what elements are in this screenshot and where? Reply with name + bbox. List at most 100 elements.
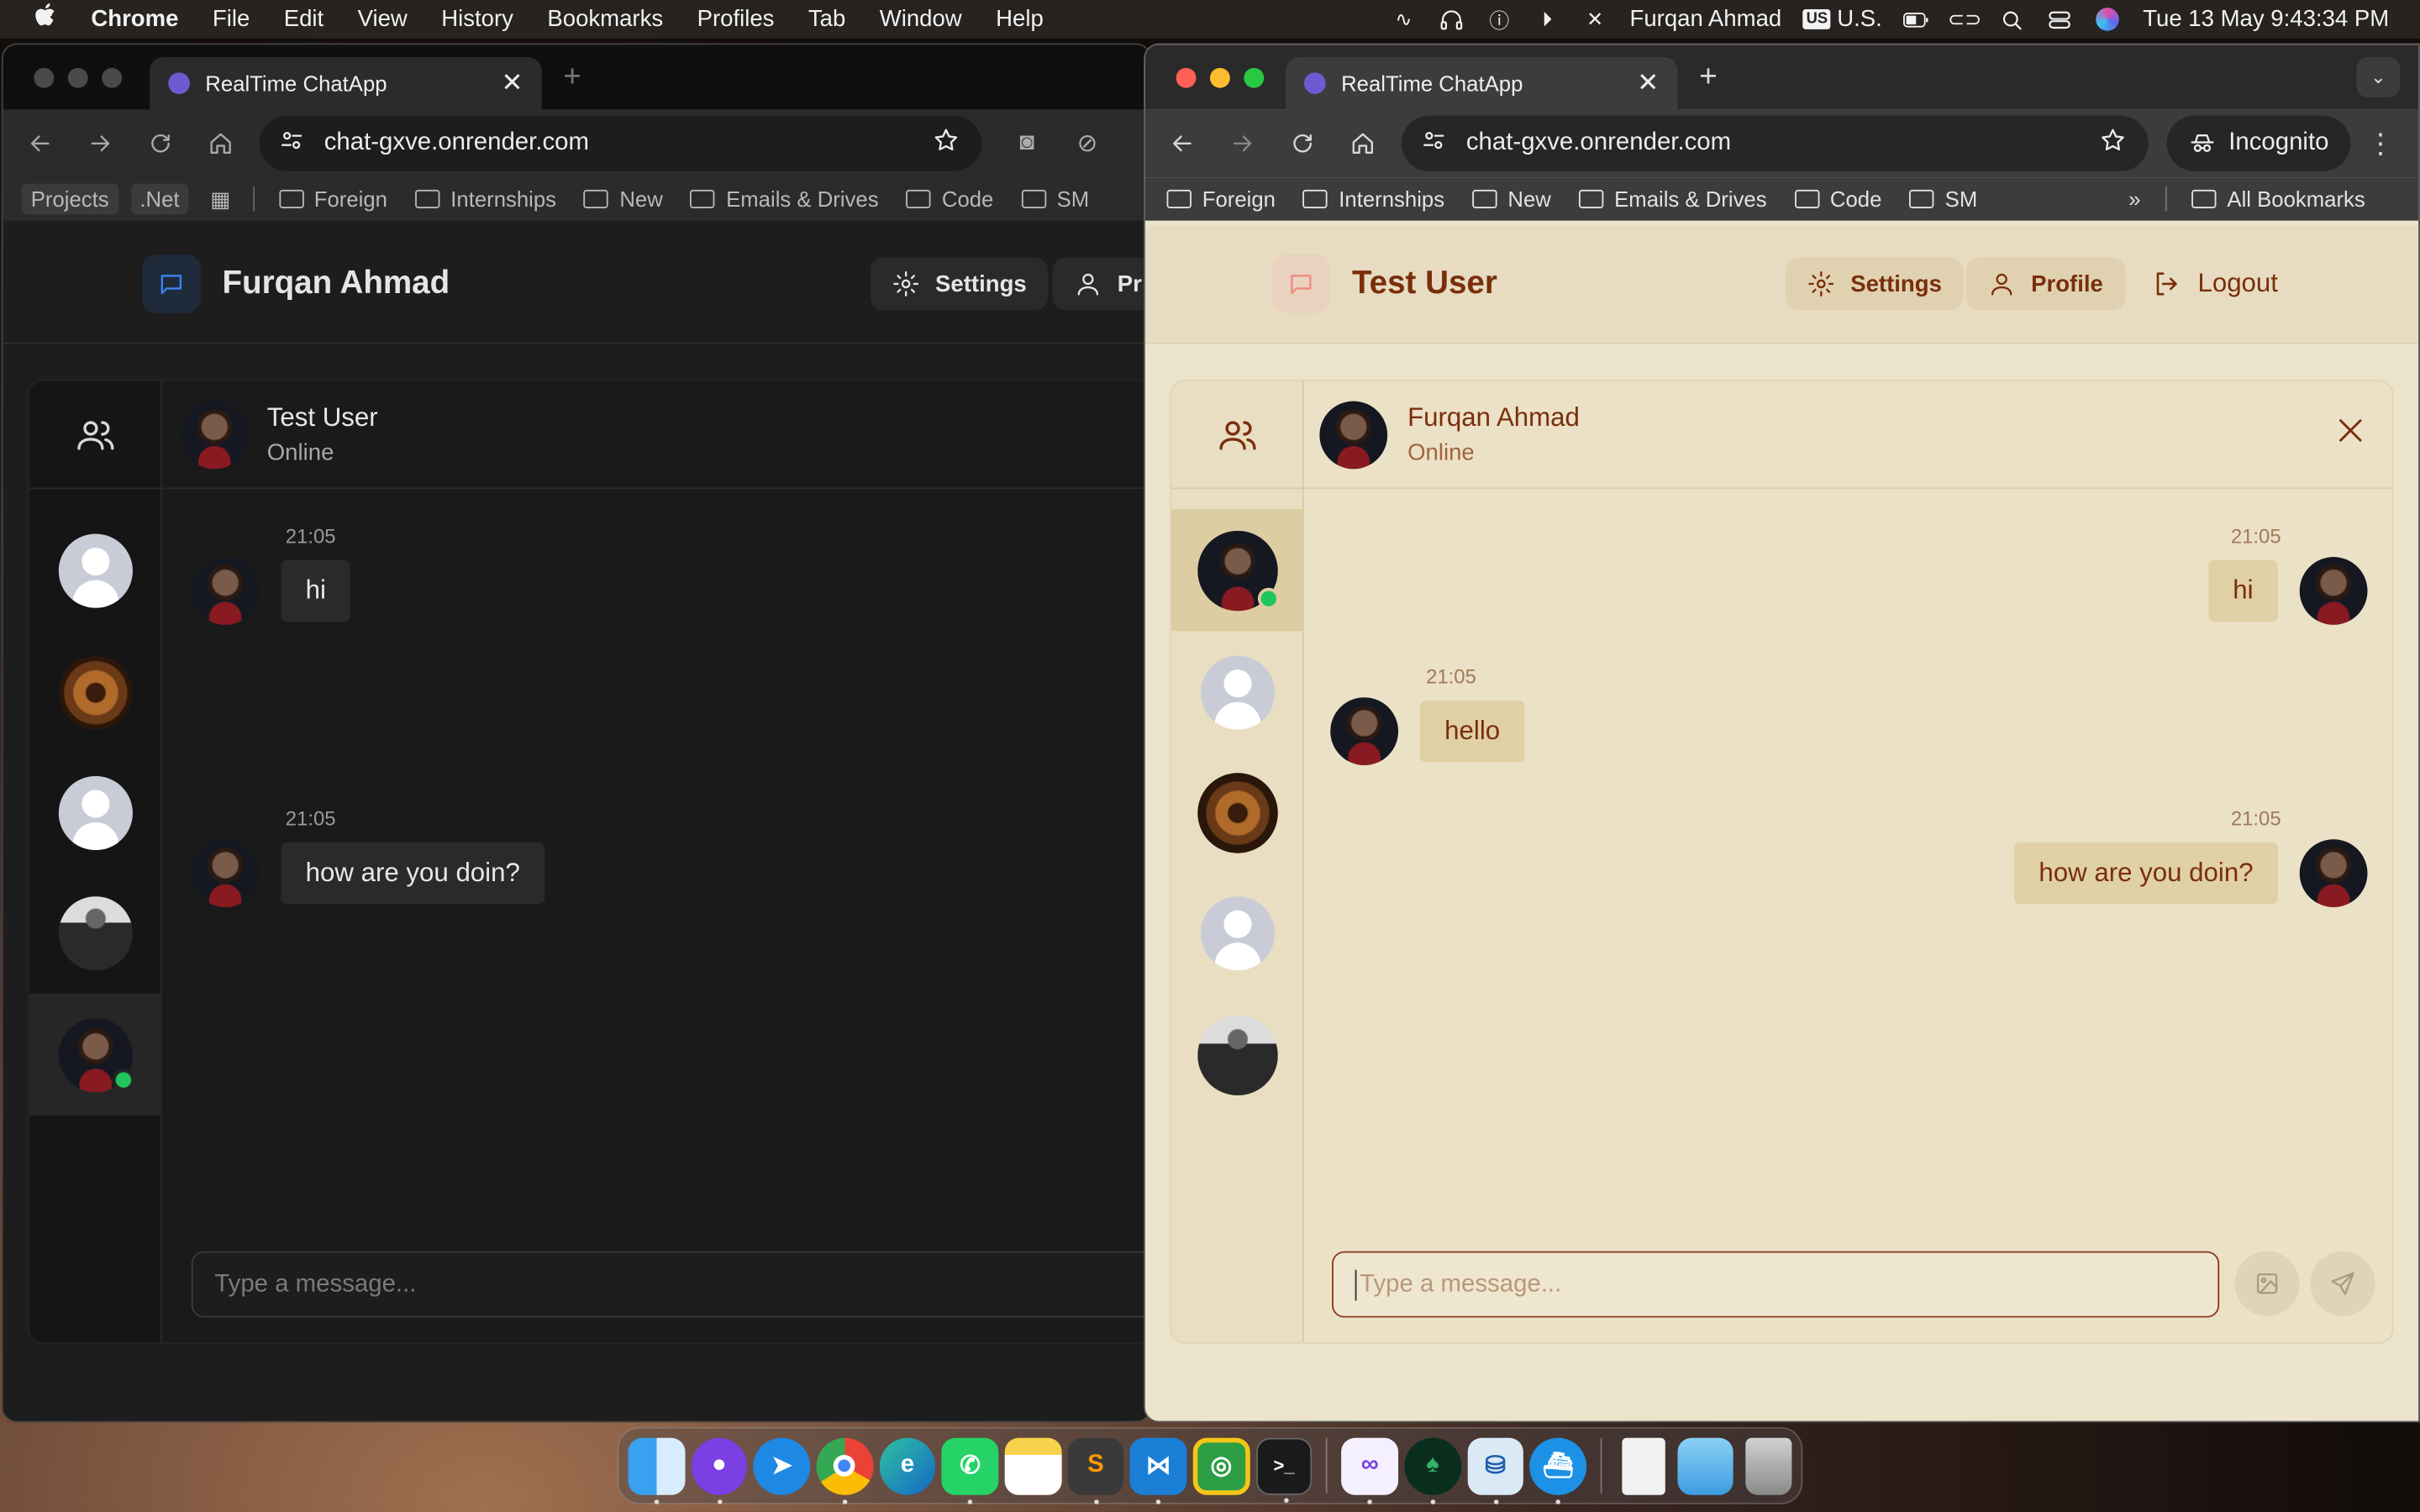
app-logo[interactable] — [141, 255, 201, 313]
dock-mongodb-icon[interactable]: ♠ — [1404, 1436, 1461, 1504]
address-bar[interactable]: chat-gxve.onrender.com — [259, 115, 982, 171]
dock-classroom-icon[interactable]: ◎ — [1192, 1436, 1250, 1494]
bookmark-star-icon[interactable] — [2099, 126, 2127, 161]
bookmark-projects[interactable]: Projects — [21, 183, 118, 215]
bookmark-folder-sm[interactable]: SM — [1909, 186, 1977, 212]
bookmark-folder-internships[interactable]: Internships — [415, 186, 556, 212]
all-bookmarks[interactable]: All Bookmarks — [2191, 186, 2365, 212]
bookmarks-overflow-icon[interactable]: » — [2128, 186, 2140, 211]
reload-icon[interactable] — [129, 129, 190, 157]
dock-notes-icon[interactable] — [1004, 1436, 1061, 1494]
bookmark-folder-emails[interactable]: Emails & Drives — [1578, 186, 1767, 212]
dock-vscode-icon[interactable]: ⋈ — [1129, 1436, 1187, 1504]
logout-button[interactable]: Logout — [2130, 258, 2300, 310]
close-window-button[interactable] — [1176, 66, 1197, 87]
message-input[interactable]: Type a message... — [1332, 1251, 2220, 1318]
site-info-icon[interactable] — [1420, 126, 1448, 161]
contact-item[interactable] — [1171, 631, 1304, 753]
info-icon[interactable]: ⓘ — [1486, 8, 1512, 33]
tab-search-chevron-icon[interactable]: ⌄ — [2356, 56, 2401, 97]
menu-profiles[interactable]: Profiles — [680, 6, 791, 32]
contact-item[interactable] — [29, 872, 162, 994]
settings-button[interactable]: Settings — [1786, 257, 1964, 311]
bookmark-folder-sm[interactable]: SM — [1021, 186, 1089, 212]
zoom-window-button[interactable] — [102, 66, 123, 87]
zoom-window-button[interactable] — [1244, 66, 1265, 87]
dock-whatsapp-icon[interactable]: ✆ — [941, 1436, 999, 1504]
dock-terminal-icon[interactable]: >_ — [1255, 1436, 1313, 1503]
menu-bookmarks[interactable]: Bookmarks — [530, 6, 680, 32]
menu-file[interactable]: File — [196, 6, 267, 32]
menu-history[interactable]: History — [424, 6, 530, 32]
home-icon[interactable] — [1332, 129, 1392, 157]
dock-chrome-icon[interactable] — [816, 1436, 873, 1504]
battery-icon[interactable] — [1903, 8, 1930, 31]
vpn-extension-icon[interactable]: ⊘ — [1057, 128, 1118, 159]
home-icon[interactable] — [190, 129, 250, 157]
contact-item[interactable] — [1171, 751, 1304, 873]
contact-item[interactable] — [29, 509, 162, 631]
message-input[interactable]: Type a message... — [191, 1251, 1150, 1318]
dock-edge-icon[interactable]: e — [879, 1436, 936, 1494]
forward-icon[interactable] — [70, 129, 130, 157]
contact-item-selected[interactable] — [29, 993, 162, 1116]
menu-app-name[interactable]: Chrome — [74, 6, 196, 32]
incognito-badge[interactable]: Incognito — [2166, 115, 2351, 171]
bookmark-folder-code[interactable]: Code — [1794, 186, 1881, 212]
dock-finder-icon[interactable] — [628, 1436, 685, 1504]
bookmark-folder-new[interactable]: New — [584, 186, 663, 212]
search-icon[interactable] — [1999, 8, 2025, 31]
play-icon[interactable]: ⏵ — [1534, 7, 1560, 31]
bookmark-folder-code[interactable]: Code — [906, 186, 993, 212]
menubar-user[interactable]: Furqan Ahmad — [1629, 6, 1781, 32]
bookmark-folder-foreign[interactable]: Foreign — [1166, 186, 1276, 212]
dock-docker-icon[interactable]: ⛴ — [1529, 1436, 1586, 1504]
menu-view[interactable]: View — [340, 6, 424, 32]
new-tab-icon[interactable]: + — [563, 60, 581, 95]
attach-image-button[interactable] — [2234, 1251, 2300, 1316]
close-chat-icon[interactable] — [2333, 413, 2367, 455]
minimize-window-button[interactable] — [1209, 66, 1230, 87]
app-logo[interactable] — [1271, 255, 1331, 313]
bookmark-folder-new[interactable]: New — [1472, 186, 1551, 212]
dock-visual-studio-icon[interactable]: ∞ — [1341, 1436, 1398, 1504]
new-tab-icon[interactable]: + — [1699, 60, 1717, 95]
siri-icon[interactable] — [2095, 8, 2121, 31]
bookmark-star-icon[interactable] — [932, 126, 960, 161]
more-menu-icon[interactable]: ⋮ — [2350, 128, 2411, 160]
bookmark-dotnet[interactable]: .Net — [130, 183, 189, 215]
dock-github-icon[interactable]: ● — [691, 1436, 748, 1504]
back-icon[interactable] — [1151, 129, 1212, 157]
contact-item[interactable] — [29, 631, 162, 753]
input-source[interactable]: US U.S. — [1802, 6, 1882, 33]
contact-item[interactable] — [1171, 994, 1304, 1116]
dock-document-icon[interactable] — [1622, 1436, 1665, 1494]
menu-help[interactable]: Help — [979, 6, 1060, 32]
contact-item[interactable] — [29, 751, 162, 873]
apple-menu-icon[interactable] — [15, 2, 74, 37]
apps-grid-icon[interactable]: ▦ — [210, 186, 230, 212]
dock-folder-icon[interactable] — [1676, 1436, 1734, 1494]
control-center-icon[interactable] — [2047, 8, 2073, 31]
dock-trash-icon[interactable] — [1745, 1436, 1792, 1494]
tab-realtime-chatapp[interactable]: RealTime ChatApp ✕ — [1285, 56, 1678, 110]
close-tab-icon[interactable]: ✕ — [1637, 68, 1659, 99]
bookmark-folder-foreign[interactable]: Foreign — [278, 186, 387, 212]
menu-window[interactable]: Window — [863, 6, 979, 32]
settings-button[interactable]: Settings — [870, 257, 1049, 311]
profile-button[interactable]: Pr — [1052, 257, 1150, 311]
bookmark-folder-emails[interactable]: Emails & Drives — [690, 186, 879, 212]
dock-safari-icon[interactable]: ➤ — [753, 1436, 811, 1494]
close-tab-icon[interactable]: ✕ — [501, 68, 523, 99]
address-bar[interactable]: chat-gxve.onrender.com — [1401, 115, 2149, 171]
send-button[interactable] — [2310, 1251, 2375, 1316]
menu-edit[interactable]: Edit — [266, 6, 340, 32]
wave-icon[interactable]: ∿ — [1391, 7, 1417, 31]
dock-azure-data-studio-icon[interactable]: ⛁ — [1466, 1436, 1524, 1504]
back-icon[interactable] — [9, 129, 70, 157]
bookmark-folder-internships[interactable]: Internships — [1303, 186, 1444, 212]
headphones-icon[interactable] — [1439, 8, 1465, 31]
tab-realtime-chatapp[interactable]: RealTime ChatApp ✕ — [150, 56, 542, 110]
bluetooth-icon[interactable]: ✕ — [1582, 7, 1608, 31]
site-info-icon[interactable] — [278, 126, 306, 161]
